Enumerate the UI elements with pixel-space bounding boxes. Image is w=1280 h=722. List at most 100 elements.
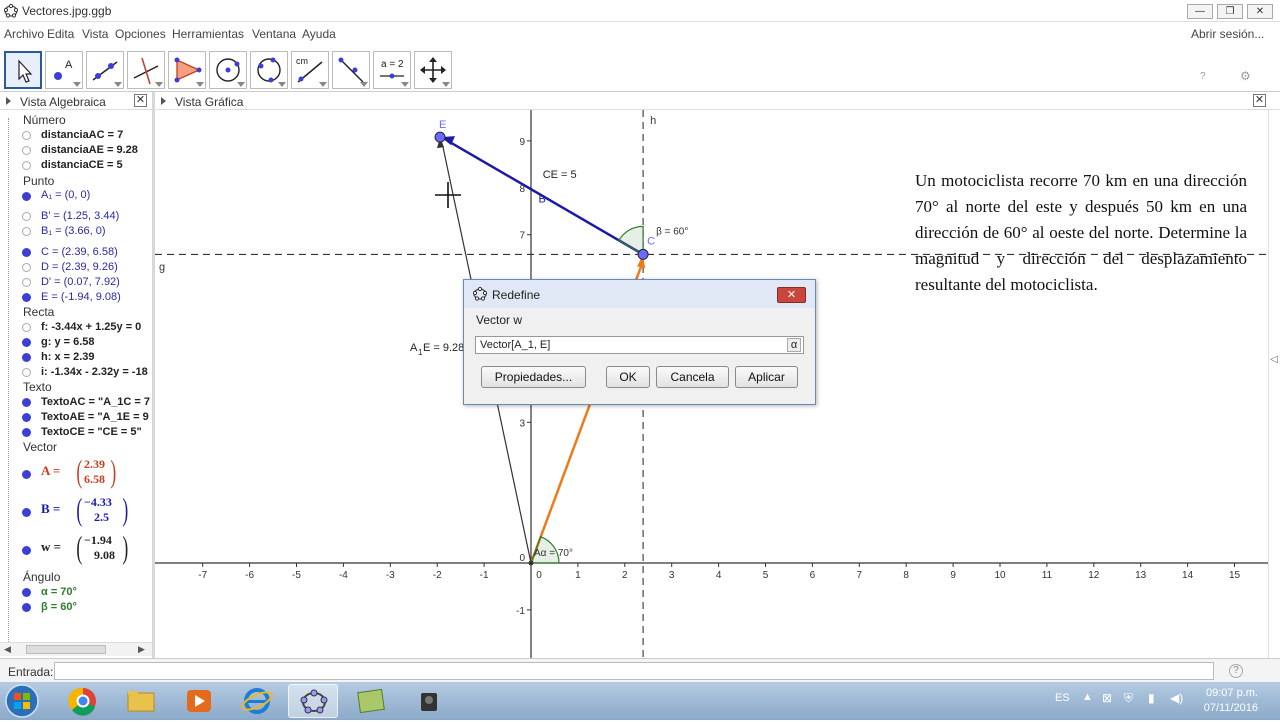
list-item[interactable]: distanciaCE = 5 <box>0 158 152 173</box>
collapse-arrow-icon[interactable] <box>161 97 166 105</box>
settings-gear-icon[interactable]: ⚙ <box>1240 69 1251 83</box>
move-tool[interactable] <box>4 51 42 89</box>
scroll-left-icon[interactable]: ◀ <box>4 644 11 655</box>
circle-tool[interactable] <box>209 51 247 89</box>
list-item[interactable]: A₁ = (0, 0) <box>0 188 152 203</box>
move-view-tool[interactable] <box>414 51 452 89</box>
visibility-toggle[interactable] <box>22 293 31 302</box>
volume-icon[interactable]: ◀) <box>1170 691 1183 705</box>
input-help-icon[interactable]: ? <box>1229 664 1243 678</box>
signin-link[interactable]: Abrir sesión... <box>1191 27 1264 41</box>
list-item[interactable]: B = ( −4.33 2.5 ) <box>0 493 152 529</box>
list-item[interactable]: TextoAE = "A_1E = 9 <box>0 410 152 425</box>
visibility-toggle[interactable] <box>22 508 31 517</box>
windows-start-icon[interactable] <box>4 683 40 719</box>
close-algebra-view-button[interactable]: ✕ <box>134 94 147 107</box>
visibility-toggle[interactable] <box>22 398 31 407</box>
list-item[interactable]: β = 60° <box>0 600 152 615</box>
list-item[interactable]: distanciaAE = 9.28 <box>0 143 152 158</box>
security-icon[interactable]: ⛨ <box>1124 691 1133 706</box>
line-tool[interactable] <box>86 51 124 89</box>
list-item[interactable]: D' = (0.07, 7.92) <box>0 275 152 290</box>
dialog-close-button[interactable]: ✕ <box>777 287 806 303</box>
list-item[interactable]: TextoAC = "A_1C = 7 <box>0 395 152 410</box>
collapse-arrow-icon[interactable] <box>6 97 11 105</box>
visibility-toggle[interactable] <box>22 353 31 362</box>
cancel-button[interactable]: Cancela <box>656 366 729 388</box>
list-item[interactable]: w = ( −1.94 9.08 ) <box>0 531 152 567</box>
visibility-toggle[interactable] <box>22 263 31 272</box>
visibility-toggle[interactable] <box>22 603 31 612</box>
taskbar-chrome[interactable] <box>58 684 108 718</box>
visibility-toggle[interactable] <box>22 131 31 140</box>
input-bar-field[interactable] <box>54 662 1214 680</box>
visibility-toggle[interactable] <box>22 323 31 332</box>
taskbar-ie[interactable] <box>232 684 282 718</box>
perpendicular-tool[interactable] <box>127 51 165 89</box>
help-icon[interactable]: ? <box>1200 71 1206 82</box>
menu-vista[interactable]: Vista <box>82 27 108 41</box>
scroll-right-icon[interactable]: ▶ <box>138 644 145 655</box>
circle-three-points-tool[interactable] <box>250 51 288 89</box>
list-item[interactable]: B₁ = (3.66, 0) <box>0 224 152 239</box>
menu-opciones[interactable]: Opciones <box>115 27 166 41</box>
visibility-toggle[interactable] <box>22 248 31 257</box>
menu-edita[interactable]: Edita <box>47 27 74 41</box>
menu-ventana[interactable]: Ventana <box>252 27 296 41</box>
menu-herramientas[interactable]: Herramientas <box>172 27 244 41</box>
system-clock[interactable]: 09:07 p.m. 07/11/2016 <box>1198 686 1258 716</box>
list-item[interactable]: B' = (1.25, 3.44) <box>0 209 152 224</box>
apply-button[interactable]: Aplicar <box>735 366 798 388</box>
scroll-thumb[interactable] <box>26 645 106 654</box>
list-item[interactable]: D = (2.39, 9.26) <box>0 260 152 275</box>
tray-arrow-icon[interactable]: ▲ <box>1082 691 1093 703</box>
properties-button[interactable]: Propiedades... <box>481 366 586 388</box>
close-window-button[interactable]: ✕ <box>1247 4 1273 19</box>
visibility-toggle[interactable] <box>22 192 31 201</box>
category-recta[interactable]: Recta <box>23 305 54 319</box>
visibility-toggle[interactable] <box>22 146 31 155</box>
category-vector[interactable]: Vector <box>23 440 57 454</box>
menu-ayuda[interactable]: Ayuda <box>302 27 336 41</box>
point-tool[interactable]: A <box>45 51 83 89</box>
list-item[interactable]: A = ( 2.39 6.58 ) <box>0 455 152 491</box>
visibility-toggle[interactable] <box>22 278 31 287</box>
taskbar-geogebra[interactable] <box>288 684 338 718</box>
list-item[interactable]: h: x = 2.39 <box>0 350 152 365</box>
list-item[interactable]: C = (2.39, 6.58) <box>0 245 152 260</box>
visibility-toggle[interactable] <box>22 161 31 170</box>
menu-archivo[interactable]: Archivo <box>4 27 44 41</box>
list-item[interactable]: TextoCE = "CE = 5" <box>0 425 152 440</box>
ok-button[interactable]: OK <box>606 366 650 388</box>
visibility-toggle[interactable] <box>22 588 31 597</box>
taskbar-recorder[interactable] <box>404 684 454 718</box>
taskbar-explorer[interactable] <box>116 684 166 718</box>
visibility-toggle[interactable] <box>22 470 31 479</box>
right-side-strip[interactable]: ◁ <box>1268 110 1280 658</box>
list-item[interactable]: α = 70° <box>0 585 152 600</box>
visibility-toggle[interactable] <box>22 428 31 437</box>
network-icon[interactable]: ⊠ <box>1102 691 1112 705</box>
close-graphics-view-button[interactable]: ✕ <box>1253 94 1266 107</box>
distance-tool[interactable]: cm <box>291 51 329 89</box>
language-indicator[interactable]: ES <box>1055 692 1070 704</box>
slider-tool[interactable]: a = 2 <box>373 51 411 89</box>
category-numero[interactable]: Número <box>23 113 66 127</box>
list-item[interactable]: g: y = 6.58 <box>0 335 152 350</box>
category-angulo[interactable]: Ángulo <box>23 570 60 584</box>
list-item[interactable]: E = (-1.94, 9.08) <box>0 290 152 305</box>
visibility-toggle[interactable] <box>22 227 31 236</box>
expand-arrow-icon[interactable]: ◁ <box>1270 354 1278 365</box>
angle-tool[interactable] <box>332 51 370 89</box>
list-item[interactable]: f: -3.44x + 1.25y = 0 <box>0 320 152 335</box>
taskbar-media[interactable] <box>174 684 224 718</box>
visibility-toggle[interactable] <box>22 546 31 555</box>
category-texto[interactable]: Texto <box>23 380 52 394</box>
minimize-button[interactable]: — <box>1187 4 1213 19</box>
list-item[interactable]: distanciaAC = 7 <box>0 128 152 143</box>
category-punto[interactable]: Punto <box>23 174 54 188</box>
visibility-toggle[interactable] <box>22 413 31 422</box>
alpha-symbol-button[interactable]: α <box>787 338 801 352</box>
signal-icon[interactable]: ▮ <box>1148 691 1155 705</box>
visibility-toggle[interactable] <box>22 338 31 347</box>
